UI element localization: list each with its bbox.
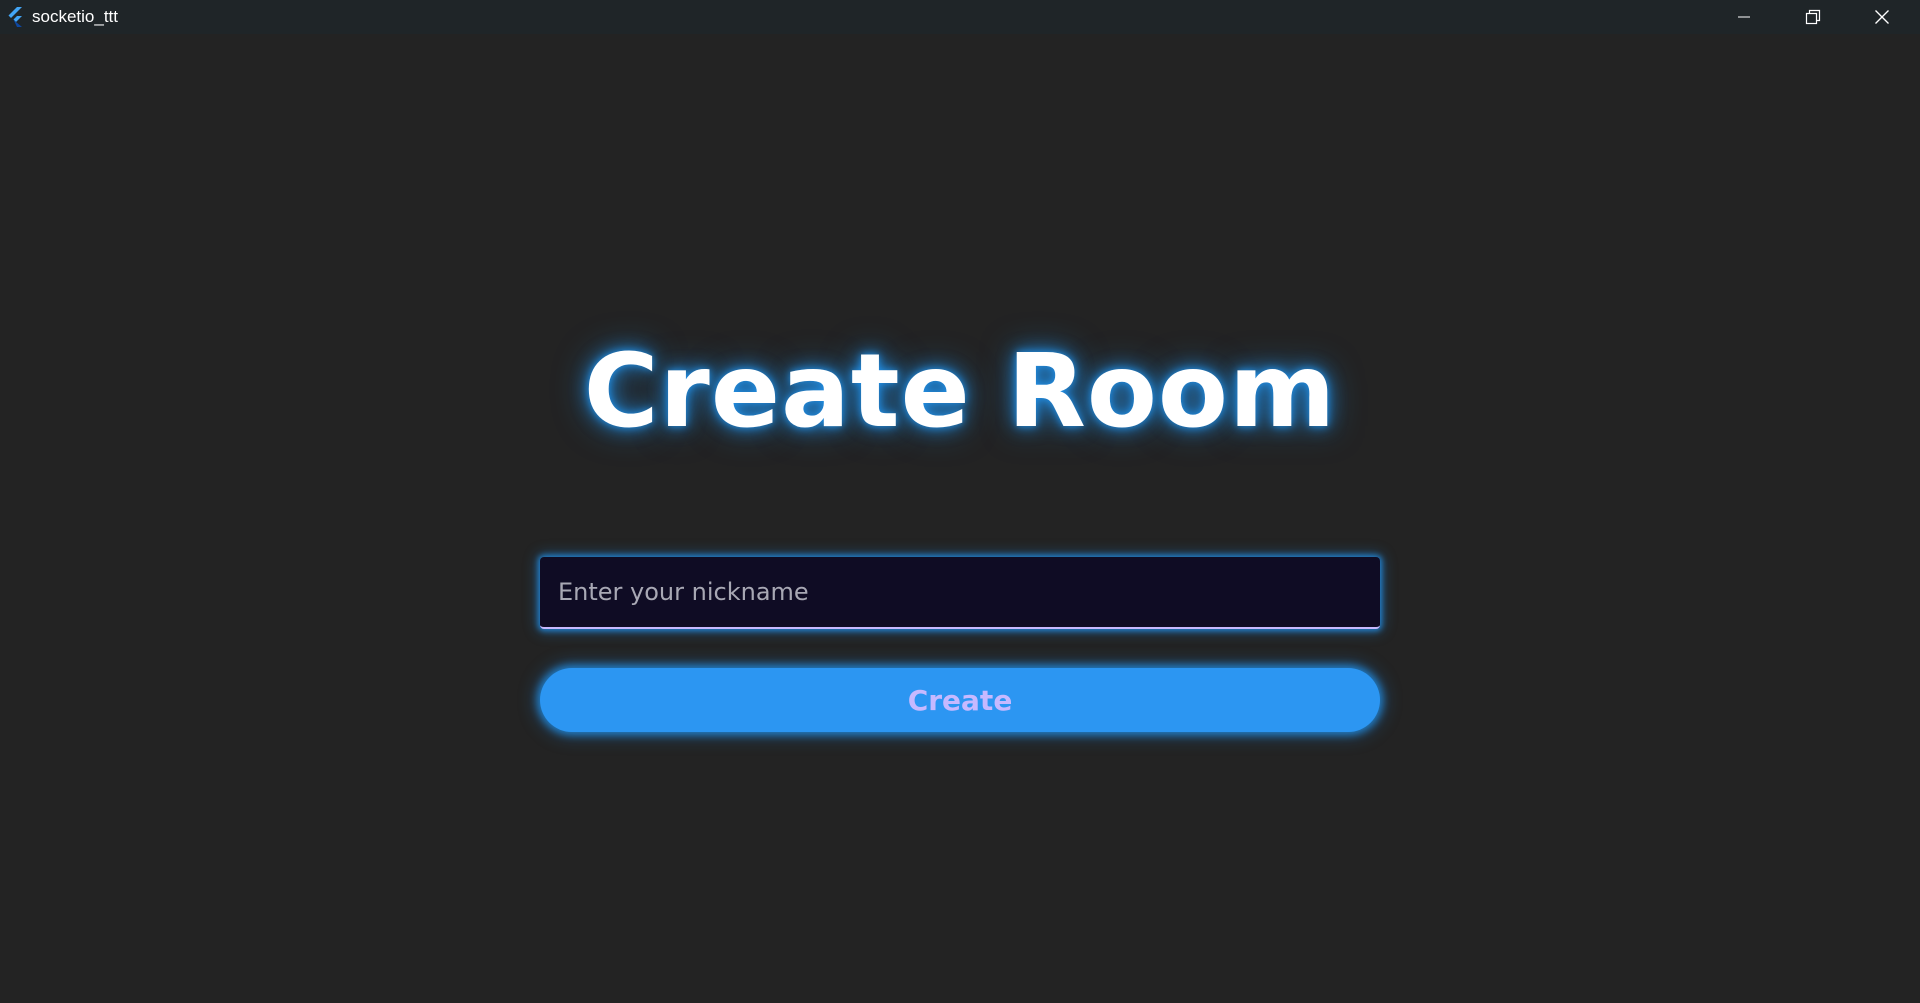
nickname-field-container xyxy=(540,557,1380,629)
nickname-input[interactable] xyxy=(540,557,1380,627)
window-title: socketio_ttt xyxy=(32,7,118,26)
minimize-icon xyxy=(1738,16,1750,18)
minimize-button[interactable] xyxy=(1714,0,1774,34)
restore-icon xyxy=(1805,9,1821,25)
close-button[interactable] xyxy=(1852,0,1912,34)
title-bar[interactable]: socketio_ttt xyxy=(0,0,1920,34)
close-icon xyxy=(1875,10,1889,24)
flutter-logo-icon xyxy=(8,7,22,27)
page-title: Create Room xyxy=(583,332,1337,451)
app-window: socketio_ttt Create Room Create xyxy=(0,0,1920,1003)
create-button[interactable]: Create xyxy=(540,668,1380,732)
maximize-button[interactable] xyxy=(1783,0,1843,34)
